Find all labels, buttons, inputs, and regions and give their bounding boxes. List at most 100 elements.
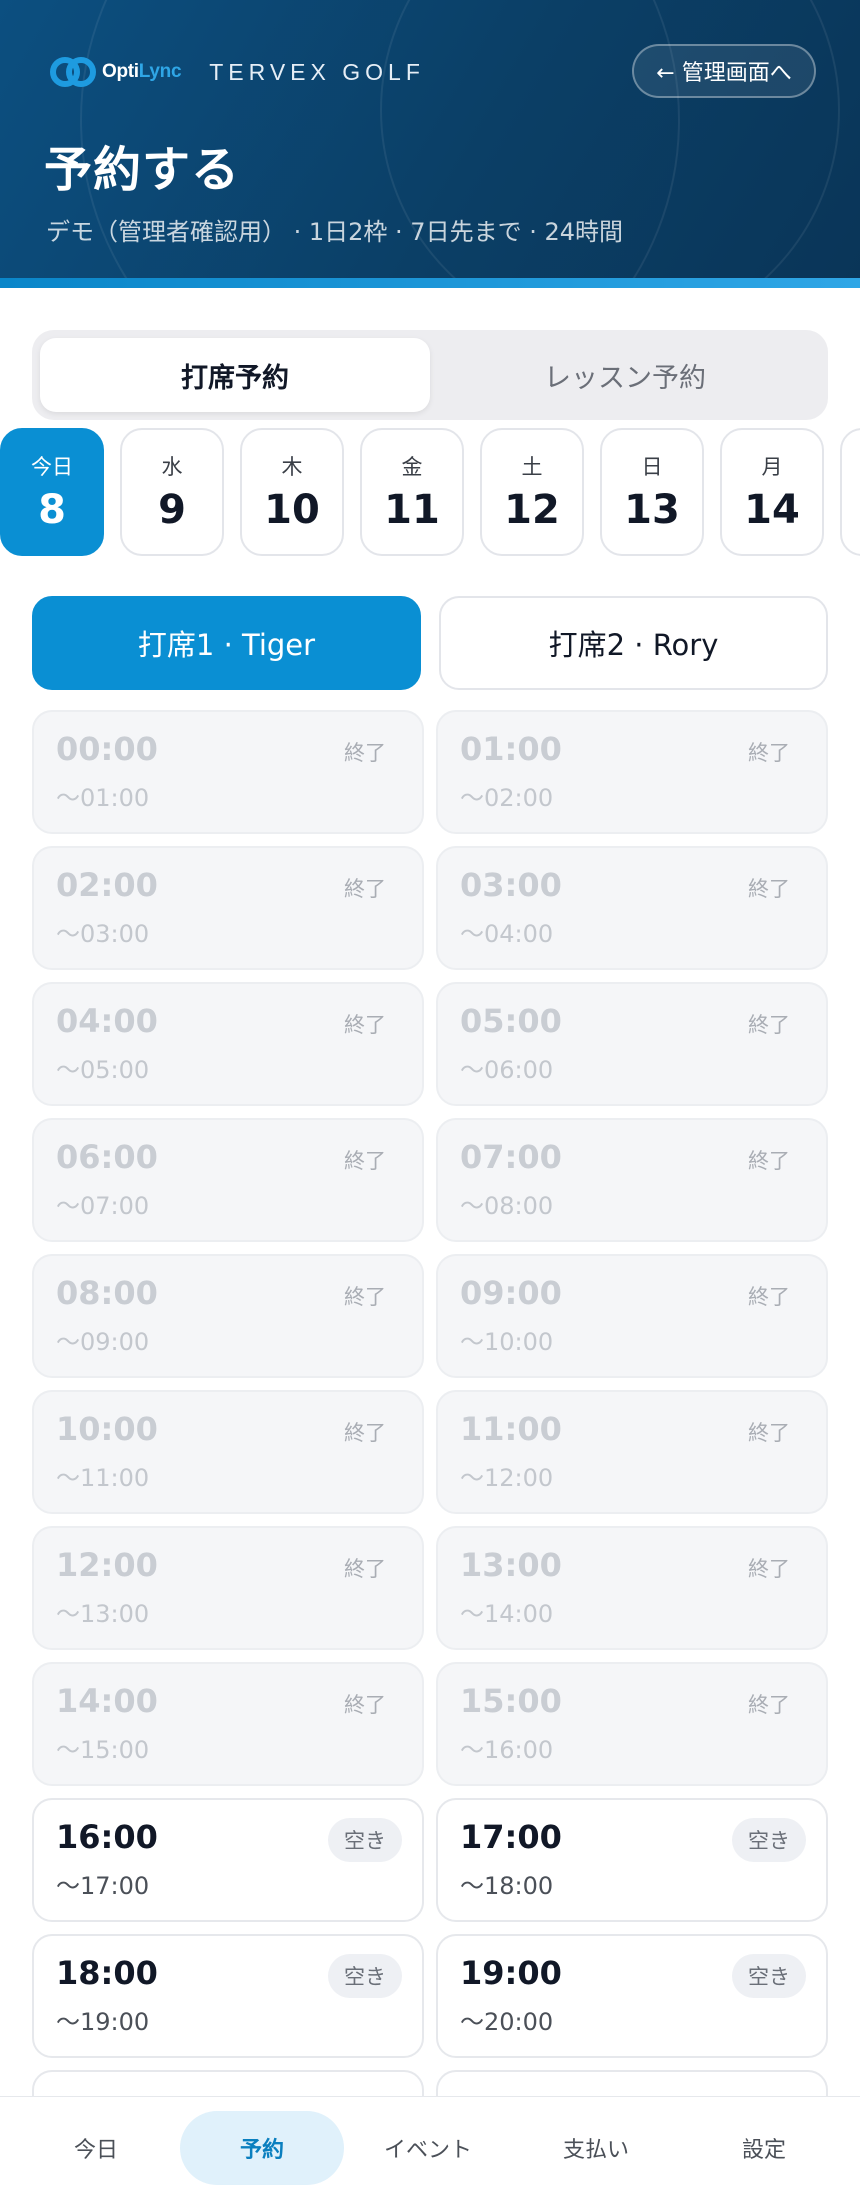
date-chip[interactable]: 土 12 — [480, 428, 584, 556]
date-dow: 日 — [641, 455, 663, 479]
slot-end: 〜14:00 — [460, 1600, 554, 1628]
date-strip: 今日 8 水 9 木 10 金 11 土 12 日 13 月 14 — [0, 428, 860, 556]
logo-text-part1: Opti — [102, 61, 139, 82]
slot-end: 〜07:00 — [56, 1192, 150, 1220]
bottom-nav: 今日 予約 イベント 支払い 設定 — [0, 2096, 860, 2200]
slot-status-badge: 終了 — [344, 1557, 386, 1581]
slot-end: 〜09:00 — [56, 1328, 150, 1356]
date-chip[interactable]: 月 14 — [720, 428, 824, 556]
slot-status-badge: 空き — [328, 1818, 402, 1862]
slot-status-badge: 終了 — [344, 1285, 386, 1309]
tab-lesson-booking[interactable]: レッスン予約 — [430, 338, 820, 412]
date-chip[interactable]: 金 11 — [360, 428, 464, 556]
date-chip[interactable]: 日 13 — [600, 428, 704, 556]
optilync-logo[interactable]: OptiLync — [48, 55, 182, 89]
time-slot-available[interactable]: 17:00 〜18:00 空き — [436, 1798, 828, 1922]
nav-today[interactable]: 今日 — [14, 2111, 178, 2185]
slot-status-badge: 空き — [328, 1954, 402, 1998]
time-slot-available[interactable]: 18:00 〜19:00 空き — [32, 1934, 424, 2058]
slot-status-badge: 終了 — [748, 1013, 790, 1037]
slot-end: 〜05:00 — [56, 1056, 150, 1084]
header-accent-bar — [0, 278, 860, 288]
slot-end: 〜11:00 — [56, 1464, 150, 1492]
time-slot: 10:00 〜11:00 終了 — [32, 1390, 424, 1514]
time-slot: 09:00 〜10:00 終了 — [436, 1254, 828, 1378]
date-dow: 金 — [401, 455, 423, 479]
slot-end: 〜08:00 — [460, 1192, 554, 1220]
time-slot-grid: 00:00 〜01:00 終了 01:00 〜02:00 終了 02:00 〜0… — [32, 710, 828, 2096]
slot-status-badge: 終了 — [748, 1421, 790, 1445]
nav-booking[interactable]: 予約 — [180, 2111, 344, 2185]
header: OptiLync TERVEX GOLF ← 管理画面へ 予約する デモ（管理者… — [0, 0, 860, 288]
time-slot: 00:00 〜01:00 終了 — [32, 710, 424, 834]
date-dow: 今日 — [31, 455, 73, 479]
bay-2-button[interactable]: 打席2 · Rory — [439, 596, 828, 690]
date-dow: 月 — [761, 455, 783, 479]
nav-events[interactable]: イベント — [346, 2111, 510, 2185]
slot-end: 〜19:00 — [56, 2008, 150, 2036]
date-day: 11 — [384, 487, 440, 533]
slot-status-badge: 終了 — [344, 1421, 386, 1445]
booking-type-tabs: 打席予約 レッスン予約 — [32, 330, 828, 420]
admin-screen-button[interactable]: ← 管理画面へ — [632, 44, 816, 98]
slot-end: 〜04:00 — [460, 920, 554, 948]
time-slot-available[interactable] — [436, 2070, 828, 2096]
time-slot: 15:00 〜16:00 終了 — [436, 1662, 828, 1786]
time-slot-available[interactable]: 16:00 〜17:00 空き — [32, 1798, 424, 1922]
slot-status-badge: 終了 — [748, 877, 790, 901]
date-day: 12 — [504, 487, 560, 533]
bay-selector: 打席1 · Tiger 打席2 · Rory — [32, 596, 828, 690]
brand-row: OptiLync TERVEX GOLF — [48, 50, 425, 94]
time-slot: 13:00 〜14:00 終了 — [436, 1526, 828, 1650]
logo-rings-icon — [50, 57, 96, 87]
brand-name: TERVEX GOLF — [209, 58, 425, 85]
time-slot: 12:00 〜13:00 終了 — [32, 1526, 424, 1650]
slot-status-badge: 終了 — [748, 741, 790, 765]
date-day: 9 — [158, 487, 186, 533]
slot-status-badge: 終了 — [748, 1285, 790, 1309]
date-chip[interactable] — [840, 428, 860, 556]
date-day: 8 — [38, 487, 66, 533]
slot-end: 〜03:00 — [56, 920, 150, 948]
date-chip[interactable]: 水 9 — [120, 428, 224, 556]
slot-end: 〜20:00 — [460, 2008, 554, 2036]
time-slot-available[interactable] — [32, 2070, 424, 2096]
slot-end: 〜02:00 — [460, 784, 554, 812]
slot-end: 〜10:00 — [460, 1328, 554, 1356]
slot-end: 〜15:00 — [56, 1736, 150, 1764]
nav-settings[interactable]: 設定 — [682, 2111, 846, 2185]
slot-status-badge: 終了 — [344, 1149, 386, 1173]
slot-end: 〜18:00 — [460, 1872, 554, 1900]
time-slot: 08:00 〜09:00 終了 — [32, 1254, 424, 1378]
time-slot: 03:00 〜04:00 終了 — [436, 846, 828, 970]
slot-end: 〜13:00 — [56, 1600, 150, 1628]
tab-bay-booking[interactable]: 打席予約 — [40, 338, 430, 412]
time-slot-available[interactable]: 19:00 〜20:00 空き — [436, 1934, 828, 2058]
date-dow: 水 — [161, 455, 183, 479]
date-day: 13 — [624, 487, 680, 533]
slot-status-badge: 終了 — [344, 877, 386, 901]
slot-end: 〜06:00 — [460, 1056, 554, 1084]
date-dow: 土 — [521, 455, 543, 479]
bay-1-button[interactable]: 打席1 · Tiger — [32, 596, 421, 690]
slot-end: 〜01:00 — [56, 784, 150, 812]
slot-end: 〜12:00 — [460, 1464, 554, 1492]
time-slot: 04:00 〜05:00 終了 — [32, 982, 424, 1106]
slot-status-badge: 終了 — [748, 1557, 790, 1581]
date-day: 10 — [264, 487, 320, 533]
date-chip[interactable]: 木 10 — [240, 428, 344, 556]
time-slot: 06:00 〜07:00 終了 — [32, 1118, 424, 1242]
slot-end: 〜17:00 — [56, 1872, 150, 1900]
nav-payments[interactable]: 支払い — [514, 2111, 678, 2185]
date-dow: 木 — [281, 455, 303, 479]
time-slot: 14:00 〜15:00 終了 — [32, 1662, 424, 1786]
date-chip-today[interactable]: 今日 8 — [0, 428, 104, 556]
slot-status-badge: 終了 — [748, 1693, 790, 1717]
slot-status-badge: 終了 — [344, 1013, 386, 1037]
page-subtitle: デモ（管理者確認用） · 1日2枠 · 7日先まで · 24時間 — [46, 218, 624, 246]
slot-status-badge: 空き — [732, 1954, 806, 1998]
slot-end: 〜16:00 — [460, 1736, 554, 1764]
time-slot: 07:00 〜08:00 終了 — [436, 1118, 828, 1242]
slot-status-badge: 終了 — [344, 1693, 386, 1717]
slot-status-badge: 終了 — [344, 741, 386, 765]
